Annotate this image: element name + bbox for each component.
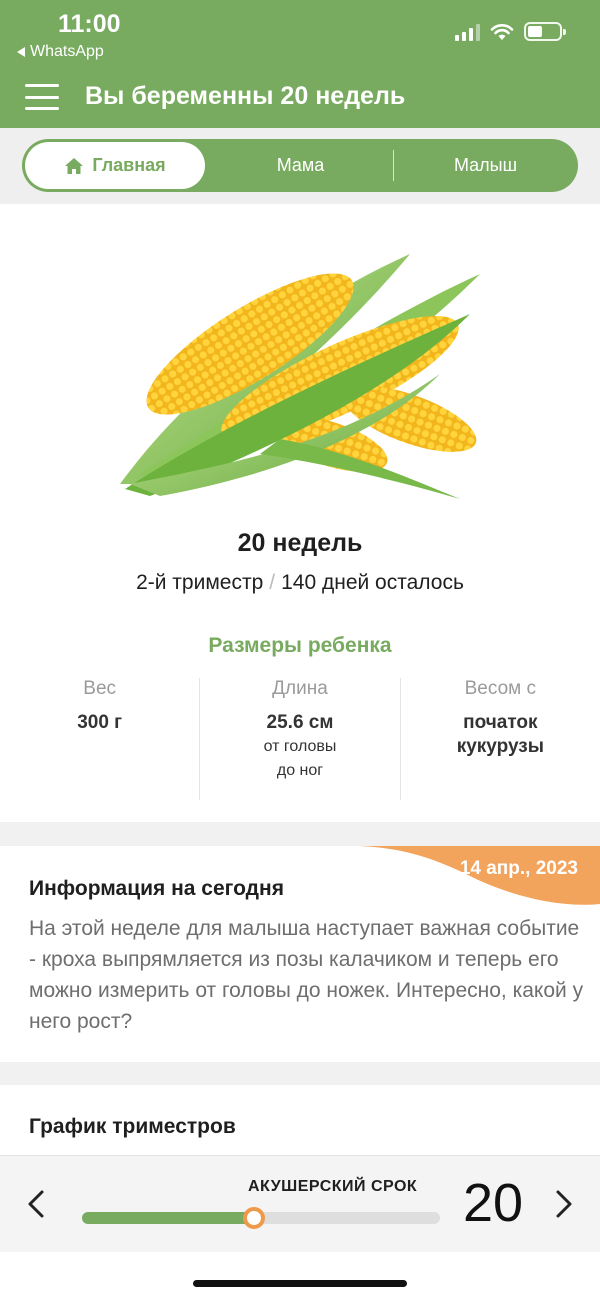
today-date: 14 апр., 2023 xyxy=(459,858,578,879)
tab-mama-label: Мама xyxy=(276,155,325,175)
today-heading: Информация на сегодня xyxy=(29,877,284,900)
cellular-signal-icon xyxy=(455,23,480,41)
chevron-right-icon[interactable] xyxy=(552,1188,576,1220)
current-week-number: 20 xyxy=(463,1173,524,1233)
battery-icon xyxy=(524,22,566,41)
baby-sizes-heading: Размеры ребенка xyxy=(208,634,392,657)
trimester-chart-heading: График триместров xyxy=(29,1115,236,1138)
trimester-separator: / xyxy=(269,571,276,594)
tab-baby-label: Малыш xyxy=(453,155,518,175)
size-compare: Весом с початок кукурузы xyxy=(399,678,600,800)
status-icons xyxy=(455,22,566,41)
trimester-chart-card: График триместров xyxy=(0,1085,600,1165)
segmented-tabs: Главная Мама Малыш xyxy=(22,139,578,192)
slider-fill xyxy=(82,1212,254,1224)
corn-image xyxy=(120,254,480,499)
size-length: Длина 25.6 см от головы до ног xyxy=(199,678,399,800)
week-selector: АКУШЕРСКИЙ СРОК 20 xyxy=(0,1156,600,1252)
app-header: 11:00 WhatsApp Вы беременны 20 недель xyxy=(0,0,600,128)
back-app-label: WhatsApp xyxy=(30,43,104,60)
tab-mama[interactable]: Мама xyxy=(208,139,393,192)
trimester-label: 2-й триместр xyxy=(136,571,264,594)
weeks-count: 20 недель xyxy=(237,529,363,557)
home-indicator xyxy=(193,1280,407,1287)
slider-knob[interactable] xyxy=(242,1207,265,1229)
bottom-bar: АКУШЕРСКИЙ СРОК 20 xyxy=(0,1155,600,1297)
size-subtext: от головы до ног xyxy=(263,738,337,779)
size-value: 300 г xyxy=(77,712,123,733)
wifi-icon xyxy=(490,23,514,40)
menu-button[interactable] xyxy=(25,84,59,110)
week-card: 20 недель 2-й триместр/140 дней осталось… xyxy=(0,204,600,822)
term-label: АКУШЕРСКИЙ СРОК xyxy=(248,1178,418,1195)
baby-sizes: Вес 300 г Длина 25.6 см от головы до ног… xyxy=(0,678,600,800)
tab-main[interactable]: Главная xyxy=(25,142,205,189)
size-weight: Вес 300 г xyxy=(0,678,199,800)
days-left: 140 дней осталось xyxy=(281,571,464,594)
size-value: 25.6 см xyxy=(266,712,334,733)
week-slider[interactable] xyxy=(82,1207,440,1229)
today-info-card: 14 апр., 2023 Информация на сегодня На э… xyxy=(0,846,600,1062)
trimester-line: 2-й триместр/140 дней осталось xyxy=(0,571,600,595)
tab-baby[interactable]: Малыш xyxy=(393,139,578,192)
status-time: 11:00 xyxy=(58,10,121,38)
size-value: початок кукурузы xyxy=(456,712,544,757)
size-label: Длина xyxy=(272,678,328,699)
back-arrow-icon xyxy=(17,47,25,57)
home-icon xyxy=(65,157,84,174)
tab-bar: Главная Мама Малыш xyxy=(0,128,600,204)
chevron-left-icon[interactable] xyxy=(24,1188,48,1220)
back-to-app-link[interactable]: WhatsApp xyxy=(17,43,104,61)
size-label: Вес xyxy=(83,678,117,699)
tab-main-label: Главная xyxy=(92,155,166,175)
today-text: На этой неделе для малыша наступает важн… xyxy=(29,917,584,1033)
size-label: Весом с xyxy=(464,678,536,699)
page-title: Вы беременны 20 недель xyxy=(85,82,406,110)
